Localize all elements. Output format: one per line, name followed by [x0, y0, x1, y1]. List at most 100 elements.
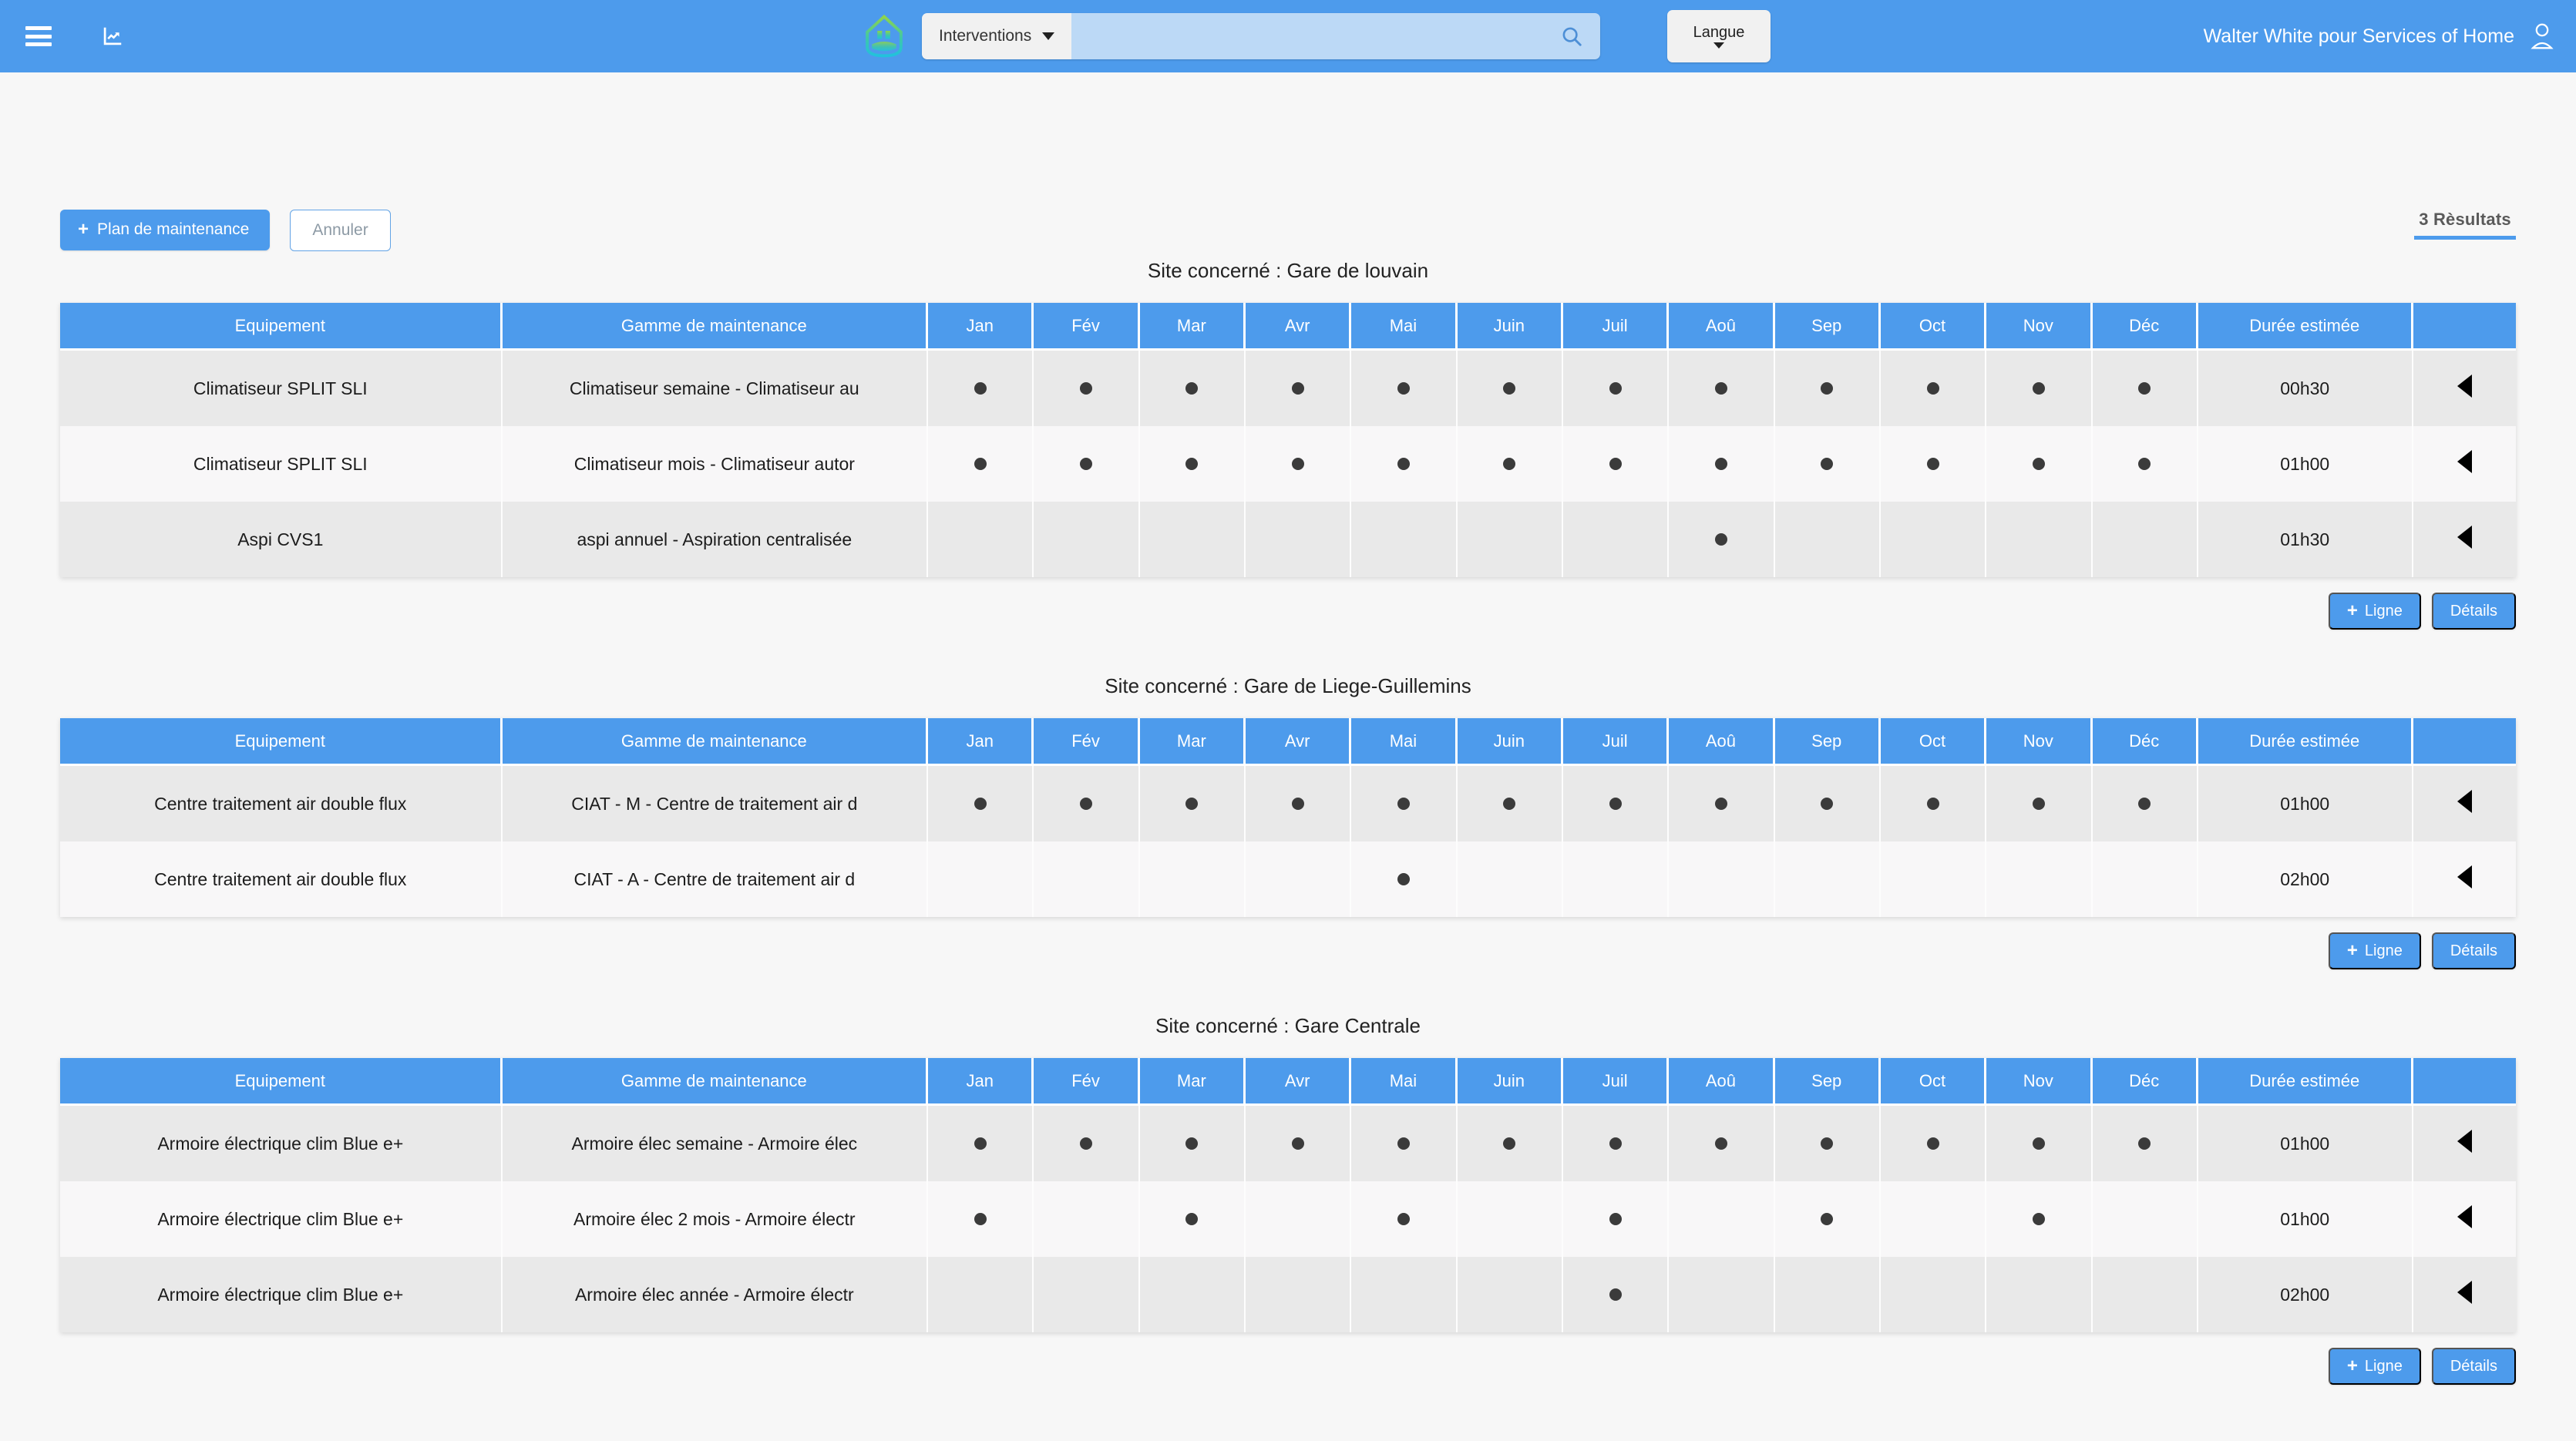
cell-month-juil[interactable]	[1562, 502, 1670, 577]
cell-month-fév[interactable]	[1034, 426, 1140, 502]
cell-month-nov[interactable]	[1986, 841, 2093, 917]
cell-month-jan[interactable]	[928, 351, 1034, 426]
cell-month-sep[interactable]	[1774, 351, 1881, 426]
cell-month-juin[interactable]	[1457, 1257, 1563, 1332]
cell-month-juil[interactable]	[1562, 1106, 1670, 1181]
hamburger-menu-button[interactable]	[22, 19, 55, 53]
details-button[interactable]: Détails	[2431, 593, 2516, 630]
cell-month-aoû[interactable]	[1669, 426, 1775, 502]
cell-month-avr[interactable]	[1246, 502, 1352, 577]
cell-month-jan[interactable]	[928, 841, 1034, 917]
cell-actions[interactable]	[2413, 351, 2516, 426]
cell-month-mai[interactable]	[1351, 1181, 1458, 1257]
cell-month-avr[interactable]	[1246, 766, 1352, 841]
cell-month-sep[interactable]	[1774, 426, 1881, 502]
cell-month-juin[interactable]	[1457, 766, 1563, 841]
cell-month-nov[interactable]	[1986, 426, 2093, 502]
cell-month-fév[interactable]	[1034, 1257, 1140, 1332]
cell-month-juin[interactable]	[1457, 426, 1563, 502]
expand-row-left-arrow-icon[interactable]	[2457, 790, 2472, 813]
cell-actions[interactable]	[2413, 766, 2516, 841]
cell-month-avr[interactable]	[1246, 1106, 1352, 1181]
cell-month-fév[interactable]	[1034, 1181, 1140, 1257]
analytics-button[interactable]	[96, 19, 129, 53]
cell-month-mar[interactable]	[1139, 351, 1246, 426]
details-button[interactable]: Détails	[2431, 1348, 2516, 1385]
table-row[interactable]: Climatiseur SPLIT SLI Climatiseur mois - …	[60, 426, 2516, 502]
cell-month-oct[interactable]	[1880, 1181, 1987, 1257]
cell-actions[interactable]	[2413, 502, 2516, 577]
cell-month-juil[interactable]	[1562, 1257, 1670, 1332]
add-line-button[interactable]: + Ligne	[2328, 1348, 2421, 1385]
cell-month-mai[interactable]	[1351, 766, 1458, 841]
cell-month-avr[interactable]	[1246, 1257, 1352, 1332]
cell-actions[interactable]	[2413, 1106, 2516, 1181]
cell-month-sep[interactable]	[1774, 1257, 1881, 1332]
add-line-button[interactable]: + Ligne	[2328, 932, 2421, 969]
cell-month-juin[interactable]	[1457, 1181, 1563, 1257]
cell-month-nov[interactable]	[1986, 502, 2093, 577]
search-icon[interactable]	[1560, 25, 1583, 48]
cell-month-oct[interactable]	[1880, 1106, 1987, 1181]
cell-month-juin[interactable]	[1457, 841, 1563, 917]
cell-month-avr[interactable]	[1246, 1181, 1352, 1257]
cell-month-fév[interactable]	[1034, 1106, 1140, 1181]
cell-month-mar[interactable]	[1139, 1181, 1246, 1257]
search-field-wrapper[interactable]	[1071, 13, 1600, 59]
cell-month-mar[interactable]	[1139, 1257, 1246, 1332]
cell-month-déc[interactable]	[2092, 1181, 2198, 1257]
cell-month-juil[interactable]	[1562, 841, 1670, 917]
details-button[interactable]: Détails	[2431, 932, 2516, 969]
cell-month-mar[interactable]	[1139, 502, 1246, 577]
cell-month-déc[interactable]	[2092, 766, 2198, 841]
cell-actions[interactable]	[2413, 841, 2516, 917]
cell-month-juin[interactable]	[1457, 502, 1563, 577]
expand-row-left-arrow-icon[interactable]	[2457, 865, 2472, 888]
cell-month-avr[interactable]	[1246, 351, 1352, 426]
cell-month-mar[interactable]	[1139, 426, 1246, 502]
cell-month-fév[interactable]	[1034, 841, 1140, 917]
cell-month-déc[interactable]	[2092, 1106, 2198, 1181]
cell-month-jan[interactable]	[928, 1181, 1034, 1257]
cell-month-avr[interactable]	[1246, 426, 1352, 502]
cell-month-mai[interactable]	[1351, 426, 1458, 502]
user-avatar-icon[interactable]	[2530, 22, 2554, 50]
cell-month-aoû[interactable]	[1669, 1106, 1775, 1181]
expand-row-left-arrow-icon[interactable]	[2457, 1281, 2472, 1304]
table-row[interactable]: Armoire électrique clim Blue e+ Armoire é…	[60, 1106, 2516, 1181]
language-button[interactable]: Langue	[1667, 10, 1771, 62]
cell-month-fév[interactable]	[1034, 502, 1140, 577]
cell-actions[interactable]	[2413, 426, 2516, 502]
cell-month-mai[interactable]	[1351, 1257, 1458, 1332]
cell-month-sep[interactable]	[1774, 841, 1881, 917]
cell-month-oct[interactable]	[1880, 426, 1987, 502]
cell-month-sep[interactable]	[1774, 766, 1881, 841]
table-row[interactable]: Armoire électrique clim Blue e+ Armoire é…	[60, 1181, 2516, 1257]
cell-month-jan[interactable]	[928, 766, 1034, 841]
cell-month-nov[interactable]	[1986, 766, 2093, 841]
cell-month-déc[interactable]	[2092, 426, 2198, 502]
cell-month-juil[interactable]	[1562, 351, 1670, 426]
cell-month-déc[interactable]	[2092, 351, 2198, 426]
cell-month-mai[interactable]	[1351, 1106, 1458, 1181]
cell-month-oct[interactable]	[1880, 1257, 1987, 1332]
table-row[interactable]: Armoire électrique clim Blue e+ Armoire é…	[60, 1257, 2516, 1332]
user-account-area[interactable]: Walter White pour Services of Home	[2204, 22, 2554, 50]
cell-month-fév[interactable]	[1034, 766, 1140, 841]
search-scope-select[interactable]: Interventions	[922, 13, 1072, 59]
cell-month-mai[interactable]	[1351, 502, 1458, 577]
expand-row-left-arrow-icon[interactable]	[2457, 450, 2472, 473]
cell-month-mai[interactable]	[1351, 351, 1458, 426]
cell-month-déc[interactable]	[2092, 1257, 2198, 1332]
search-input[interactable]	[1088, 27, 1560, 45]
cancel-button[interactable]: Annuler	[290, 210, 391, 251]
add-line-button[interactable]: + Ligne	[2328, 593, 2421, 630]
table-row[interactable]: Centre traitement air double flux CIAT - …	[60, 766, 2516, 841]
expand-row-left-arrow-icon[interactable]	[2457, 1130, 2472, 1153]
expand-row-left-arrow-icon[interactable]	[2457, 1205, 2472, 1228]
cell-month-nov[interactable]	[1986, 351, 2093, 426]
cell-month-fév[interactable]	[1034, 351, 1140, 426]
cell-month-sep[interactable]	[1774, 1106, 1881, 1181]
cell-month-aoû[interactable]	[1669, 1181, 1775, 1257]
cell-month-jan[interactable]	[928, 1106, 1034, 1181]
